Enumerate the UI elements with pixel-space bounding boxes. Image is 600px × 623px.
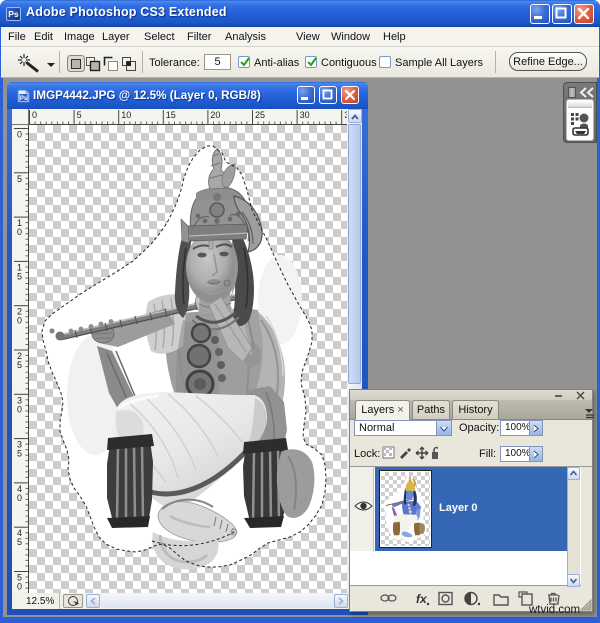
svg-text:5: 5 <box>17 449 22 459</box>
svg-text:0: 0 <box>17 404 22 414</box>
svg-text:5: 5 <box>77 110 82 120</box>
svg-text:25: 25 <box>255 110 265 120</box>
svg-text:0: 0 <box>17 582 22 592</box>
svg-text:5: 5 <box>17 360 22 370</box>
svg-text:20: 20 <box>210 110 220 120</box>
svg-text:0: 0 <box>17 227 22 237</box>
svg-text:5: 5 <box>17 271 22 281</box>
svg-text:30: 30 <box>300 110 310 120</box>
svg-text:35: 35 <box>344 110 347 120</box>
svg-text:5: 5 <box>17 174 22 184</box>
svg-text:5: 5 <box>17 537 22 547</box>
svg-text:Ps: Ps <box>20 96 28 102</box>
svg-text:0: 0 <box>32 110 37 120</box>
svg-text:15: 15 <box>166 110 176 120</box>
svg-text:fx: fx <box>416 592 428 606</box>
svg-text:0: 0 <box>17 130 22 140</box>
svg-text:0: 0 <box>17 316 22 326</box>
svg-text:10: 10 <box>121 110 131 120</box>
svg-text:0: 0 <box>17 493 22 503</box>
